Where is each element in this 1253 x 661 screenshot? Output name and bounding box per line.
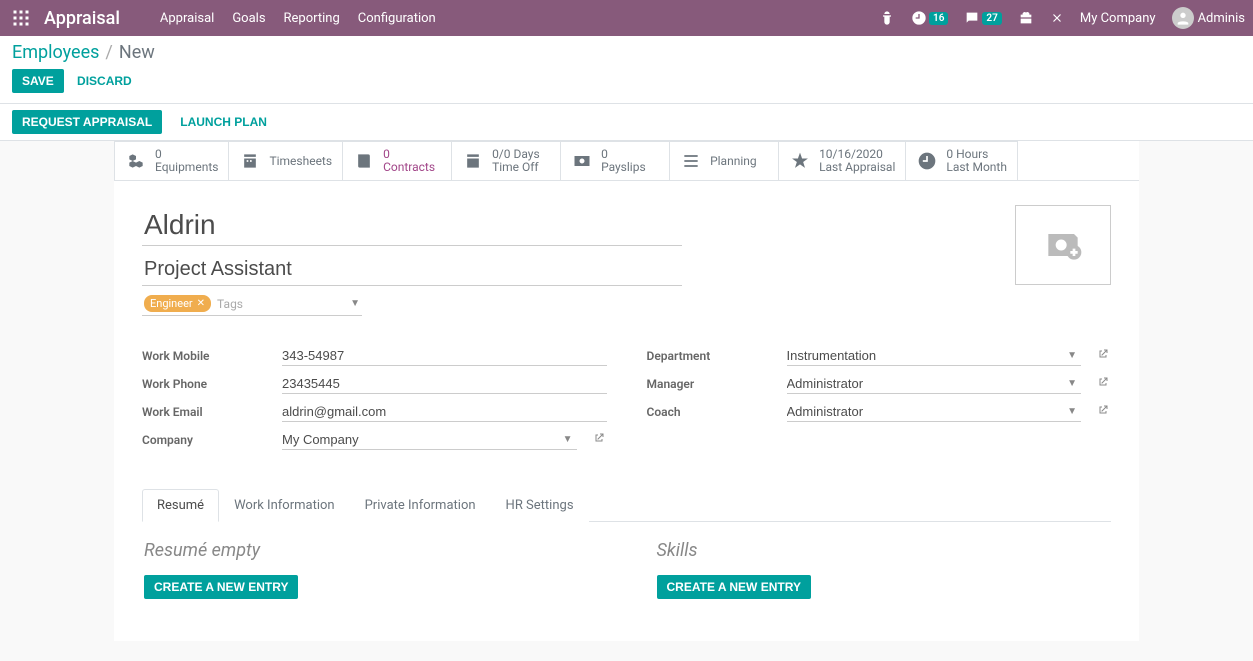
star-icon bbox=[789, 150, 811, 172]
chevron-down-icon[interactable]: ▼ bbox=[559, 434, 577, 445]
coach-input[interactable] bbox=[787, 404, 1064, 419]
gift-icon[interactable] bbox=[1018, 10, 1034, 26]
work-mobile-label: Work Mobile bbox=[142, 349, 272, 363]
company-switcher[interactable]: My Company bbox=[1080, 11, 1156, 26]
chevron-down-icon[interactable]: ▼ bbox=[1063, 378, 1081, 389]
department-input[interactable] bbox=[787, 348, 1064, 363]
work-phone-label: Work Phone bbox=[142, 377, 272, 391]
stat-buttons: 0Equipments Timesheets 0Contracts 0/0 Da… bbox=[114, 141, 1139, 181]
chevron-down-icon[interactable]: ▼ bbox=[350, 298, 360, 309]
discuss-icon[interactable]: 27 bbox=[964, 10, 1001, 26]
tab-resume[interactable]: Resumé bbox=[142, 489, 219, 522]
user-menu[interactable]: Adminis bbox=[1172, 7, 1245, 29]
resume-empty-title: Resumé empty bbox=[144, 540, 597, 561]
external-link-icon[interactable] bbox=[1097, 348, 1111, 364]
work-mobile-input[interactable] bbox=[282, 348, 607, 363]
debug-icon[interactable] bbox=[879, 10, 895, 26]
employee-image[interactable] bbox=[1015, 205, 1111, 285]
menu-goals[interactable]: Goals bbox=[232, 11, 265, 26]
stat-equipments[interactable]: 0Equipments bbox=[114, 141, 229, 180]
topbar-right: 16 27 My Company Adminis bbox=[879, 7, 1245, 29]
user-name: Adminis bbox=[1198, 11, 1245, 26]
calendar-alt-icon bbox=[462, 150, 484, 172]
chevron-down-icon[interactable]: ▼ bbox=[1063, 406, 1081, 417]
external-link-icon[interactable] bbox=[1097, 376, 1111, 392]
work-email-input[interactable] bbox=[282, 404, 607, 419]
tabs: Resumé Work Information Private Informat… bbox=[142, 488, 1111, 522]
launch-plan-button[interactable]: Launch Plan bbox=[170, 110, 277, 134]
external-link-icon[interactable] bbox=[1097, 404, 1111, 420]
activities-badge: 16 bbox=[929, 12, 948, 25]
breadcrumb: Employees / New bbox=[12, 42, 1241, 63]
coach-label: Coach bbox=[647, 405, 777, 419]
breadcrumb-sep: / bbox=[105, 42, 112, 63]
menu-appraisal[interactable]: Appraisal bbox=[160, 11, 214, 26]
tag-chip: Engineer ✕ bbox=[144, 295, 211, 312]
tab-hr-settings[interactable]: HR Settings bbox=[491, 489, 589, 522]
breadcrumb-root[interactable]: Employees bbox=[12, 42, 99, 63]
work-email-label: Work Email bbox=[142, 405, 272, 419]
money-icon bbox=[571, 150, 593, 172]
stat-contracts[interactable]: 0Contracts bbox=[342, 141, 452, 180]
apps-icon[interactable] bbox=[8, 5, 34, 31]
status-bar: Request Appraisal Launch Plan bbox=[0, 104, 1253, 141]
tag-label: Engineer bbox=[150, 297, 193, 310]
external-link-icon[interactable] bbox=[593, 432, 607, 448]
job-title-input[interactable] bbox=[142, 254, 682, 286]
activities-icon[interactable]: 16 bbox=[911, 10, 948, 26]
skills-title: Skills bbox=[657, 540, 1110, 561]
control-panel: Employees / New Save Discard bbox=[0, 36, 1253, 104]
calendar-icon bbox=[239, 150, 261, 172]
company-input[interactable] bbox=[282, 432, 559, 447]
discard-button[interactable]: Discard bbox=[67, 69, 142, 93]
tags-input[interactable]: Engineer ✕ Tags ▼ bbox=[142, 292, 362, 316]
stat-last-month[interactable]: 0 HoursLast Month bbox=[905, 141, 1018, 180]
avatar bbox=[1172, 7, 1194, 29]
app-brand[interactable]: Appraisal bbox=[44, 8, 120, 29]
topbar-menu: Appraisal Goals Reporting Configuration bbox=[160, 11, 436, 26]
form-sheet: 0Equipments Timesheets 0Contracts 0/0 Da… bbox=[114, 141, 1139, 641]
work-phone-input[interactable] bbox=[282, 376, 607, 391]
resume-create-button[interactable]: Create a new entry bbox=[144, 575, 298, 599]
stat-payslips[interactable]: 0Payslips bbox=[560, 141, 670, 180]
department-label: Department bbox=[647, 349, 777, 363]
stat-timeoff[interactable]: 0/0 DaysTime Off bbox=[451, 141, 561, 180]
tab-work-information[interactable]: Work Information bbox=[219, 489, 350, 522]
cubes-icon bbox=[125, 150, 147, 172]
clock-icon bbox=[916, 150, 938, 172]
skills-create-button[interactable]: Create a new entry bbox=[657, 575, 811, 599]
request-appraisal-button[interactable]: Request Appraisal bbox=[12, 110, 162, 134]
manager-label: Manager bbox=[647, 377, 777, 391]
tab-private-information[interactable]: Private Information bbox=[350, 489, 491, 522]
stat-timesheets[interactable]: Timesheets bbox=[228, 141, 343, 180]
tag-remove-icon[interactable]: ✕ bbox=[197, 298, 205, 309]
manager-input[interactable] bbox=[787, 376, 1064, 391]
tags-placeholder: Tags bbox=[217, 297, 344, 311]
breadcrumb-current: New bbox=[119, 42, 155, 63]
company-label: Company bbox=[142, 433, 272, 447]
menu-reporting[interactable]: Reporting bbox=[284, 11, 340, 26]
topbar: Appraisal Appraisal Goals Reporting Conf… bbox=[0, 0, 1253, 36]
close-icon[interactable] bbox=[1050, 11, 1064, 25]
book-icon bbox=[353, 150, 375, 172]
discuss-badge: 27 bbox=[982, 12, 1001, 25]
employee-name-input[interactable] bbox=[142, 205, 682, 246]
stat-last-appraisal[interactable]: 10/16/2020Last Appraisal bbox=[778, 141, 906, 180]
chevron-down-icon[interactable]: ▼ bbox=[1063, 350, 1081, 361]
menu-configuration[interactable]: Configuration bbox=[358, 11, 436, 26]
stat-planning[interactable]: Planning bbox=[669, 141, 779, 180]
save-button[interactable]: Save bbox=[12, 69, 64, 93]
tasks-icon bbox=[680, 150, 702, 172]
